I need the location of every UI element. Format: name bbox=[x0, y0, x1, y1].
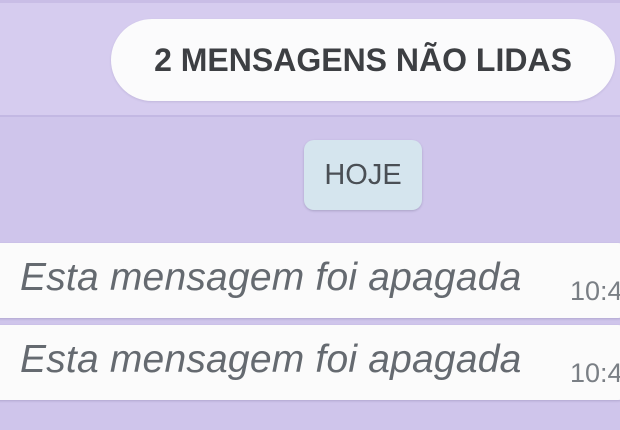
message-bubble[interactable]: Esta mensagem foi apagada 10:4 bbox=[0, 243, 620, 318]
date-divider-label: HOJE bbox=[324, 158, 402, 191]
chat-wallpaper-bottom bbox=[0, 420, 620, 430]
deleted-message-text: Esta mensagem foi apagada bbox=[20, 338, 522, 381]
top-edge bbox=[0, 0, 620, 3]
unread-messages-label: 2 MENSAGENS NÃO LIDAS bbox=[154, 41, 572, 78]
deleted-message-text: Esta mensagem foi apagada bbox=[20, 256, 522, 299]
unread-messages-banner: 2 MENSAGENS NÃO LIDAS bbox=[111, 19, 615, 101]
unread-divider bbox=[0, 115, 620, 117]
date-divider-chip: HOJE bbox=[304, 140, 422, 210]
message-timestamp: 10:4 bbox=[570, 358, 620, 388]
message-timestamp: 10:4 bbox=[570, 276, 620, 306]
message-bubble[interactable]: Esta mensagem foi apagada 10:4 bbox=[0, 325, 620, 400]
deleted-message-icon bbox=[0, 268, 4, 286]
deleted-message-icon bbox=[0, 350, 4, 368]
